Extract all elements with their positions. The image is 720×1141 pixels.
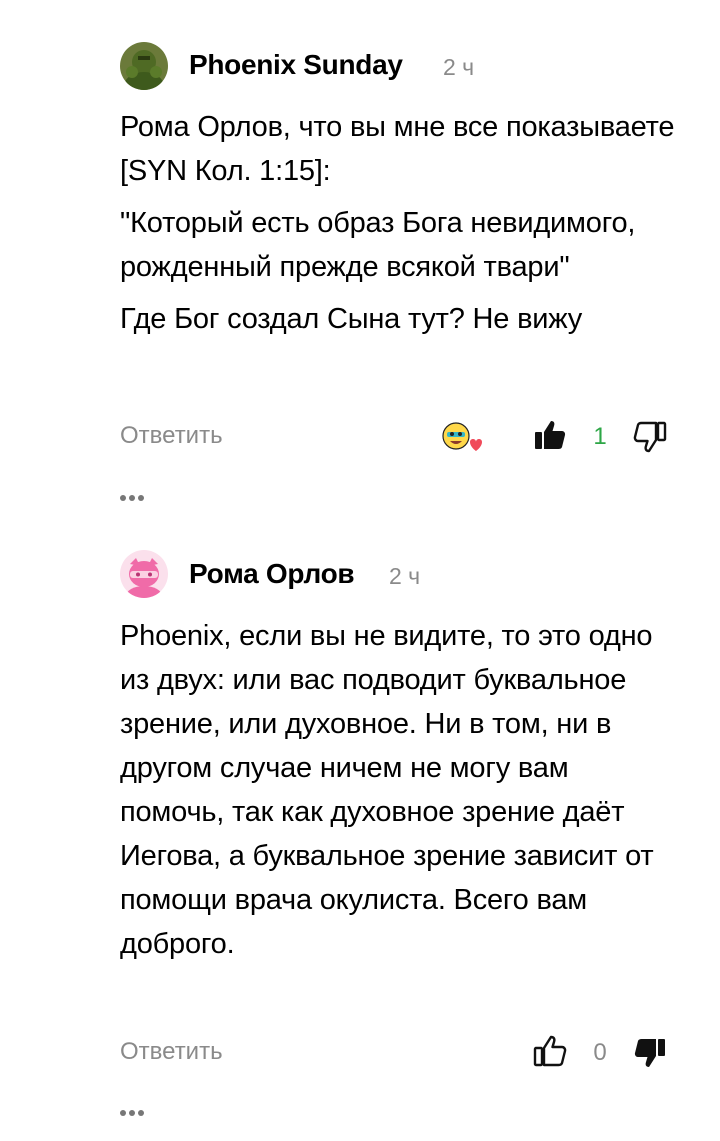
- comment-paragraph: Где Бог создал Сына тут? Не вижу: [120, 303, 583, 335]
- comment-paragraph: Рома Орлов, что вы мне все показываете […: [120, 111, 675, 187]
- comment-paragraph: Phoenix, если вы не видите, то это одно …: [120, 620, 654, 960]
- timestamp: 2 ч: [443, 54, 475, 80]
- ellipsis-icon[interactable]: [120, 1103, 160, 1116]
- dislike-button[interactable]: [633, 1036, 667, 1070]
- thumbs-up-icon: [535, 421, 566, 449]
- timestamp: 2 ч: [389, 563, 421, 589]
- author-name[interactable]: Рома Орлов: [189, 558, 355, 590]
- thumbs-up-icon: [533, 1035, 567, 1067]
- reply-button[interactable]: Ответить: [120, 422, 223, 450]
- like-button[interactable]: [533, 1034, 567, 1068]
- author-reaction-icon: [440, 420, 484, 456]
- like-button[interactable]: [533, 418, 567, 452]
- dislike-button[interactable]: [633, 420, 667, 454]
- thumbs-down-icon: [634, 1039, 665, 1067]
- author-name[interactable]: Phoenix Sunday: [189, 49, 403, 81]
- like-count: 1: [593, 423, 607, 450]
- comment-paragraph: "Который есть образ Бога невидимого, рож…: [120, 207, 636, 283]
- like-count: 0: [593, 1039, 607, 1066]
- comment-text: Рома Орлов, что вы мне все показываете […: [120, 105, 680, 349]
- reply-button[interactable]: Ответить: [120, 1038, 223, 1066]
- avatar[interactable]: [120, 42, 168, 90]
- avatar[interactable]: [120, 550, 168, 598]
- ellipsis-icon[interactable]: [120, 488, 160, 501]
- thumbs-down-icon: [633, 421, 667, 453]
- comment-text: Phoenix, если вы не видите, то это одно …: [120, 614, 680, 974]
